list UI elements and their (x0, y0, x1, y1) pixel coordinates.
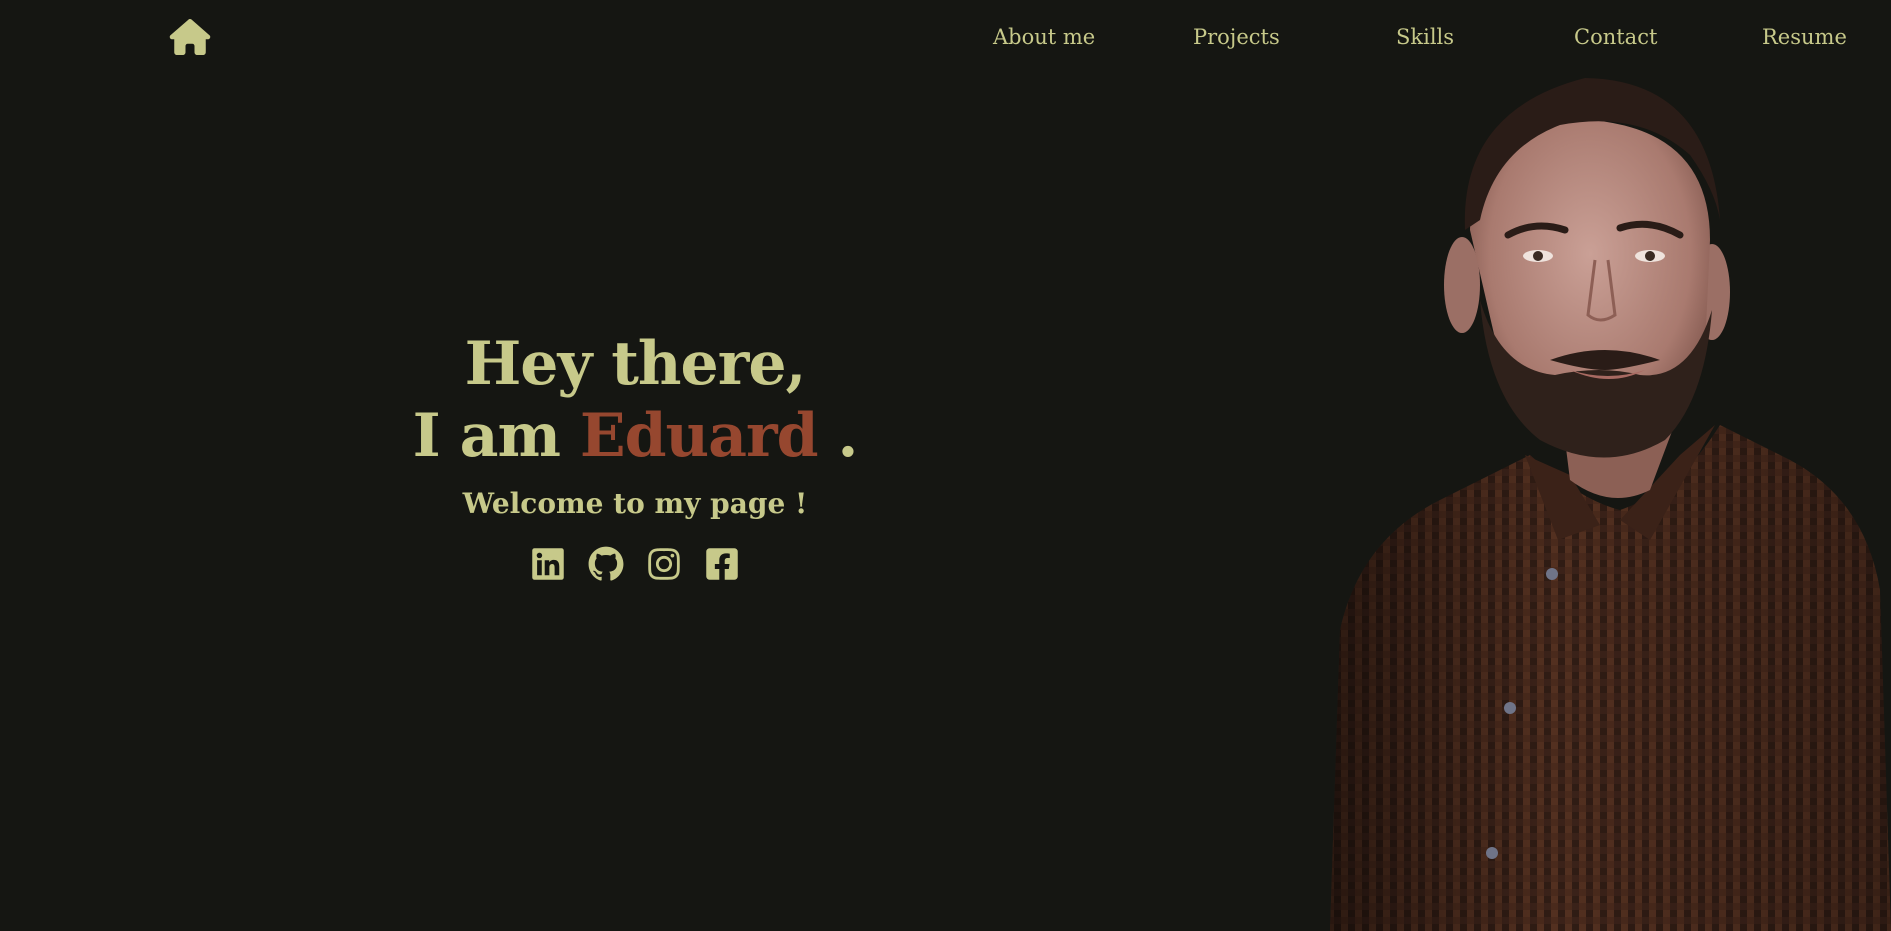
page: About me Projects Skills Contact Resume … (0, 0, 1891, 931)
main-nav: About me Projects Skills Contact Resume (0, 22, 1891, 52)
hero-subtitle: Welcome to my page ! (462, 487, 808, 520)
intro-prefix: I am (412, 401, 580, 471)
linkedin-link[interactable] (530, 546, 566, 582)
nav-resume[interactable]: Resume (1762, 22, 1847, 52)
hero-name: Eduard (579, 401, 819, 471)
github-link[interactable] (588, 546, 624, 582)
nav-contact[interactable]: Contact (1574, 22, 1657, 52)
linkedin-icon (532, 548, 564, 580)
nav-skills[interactable]: Skills (1396, 22, 1454, 52)
facebook-icon (706, 548, 738, 580)
hero-heading: Hey there, I am Eduard . (380, 328, 890, 472)
hero: Hey there, I am Eduard . Welcome to my p… (380, 328, 890, 582)
instagram-link[interactable] (646, 546, 682, 582)
greeting: Hey there, (464, 329, 807, 399)
github-icon (588, 546, 624, 581)
nav-projects[interactable]: Projects (1193, 22, 1280, 52)
nav-about-me[interactable]: About me (993, 22, 1095, 52)
social-links (380, 546, 890, 582)
facebook-link[interactable] (704, 546, 740, 582)
portrait-photo (1320, 70, 1891, 931)
portrait-illustration (1330, 78, 1891, 931)
intro-suffix: . (817, 401, 858, 471)
instagram-icon (648, 548, 680, 580)
